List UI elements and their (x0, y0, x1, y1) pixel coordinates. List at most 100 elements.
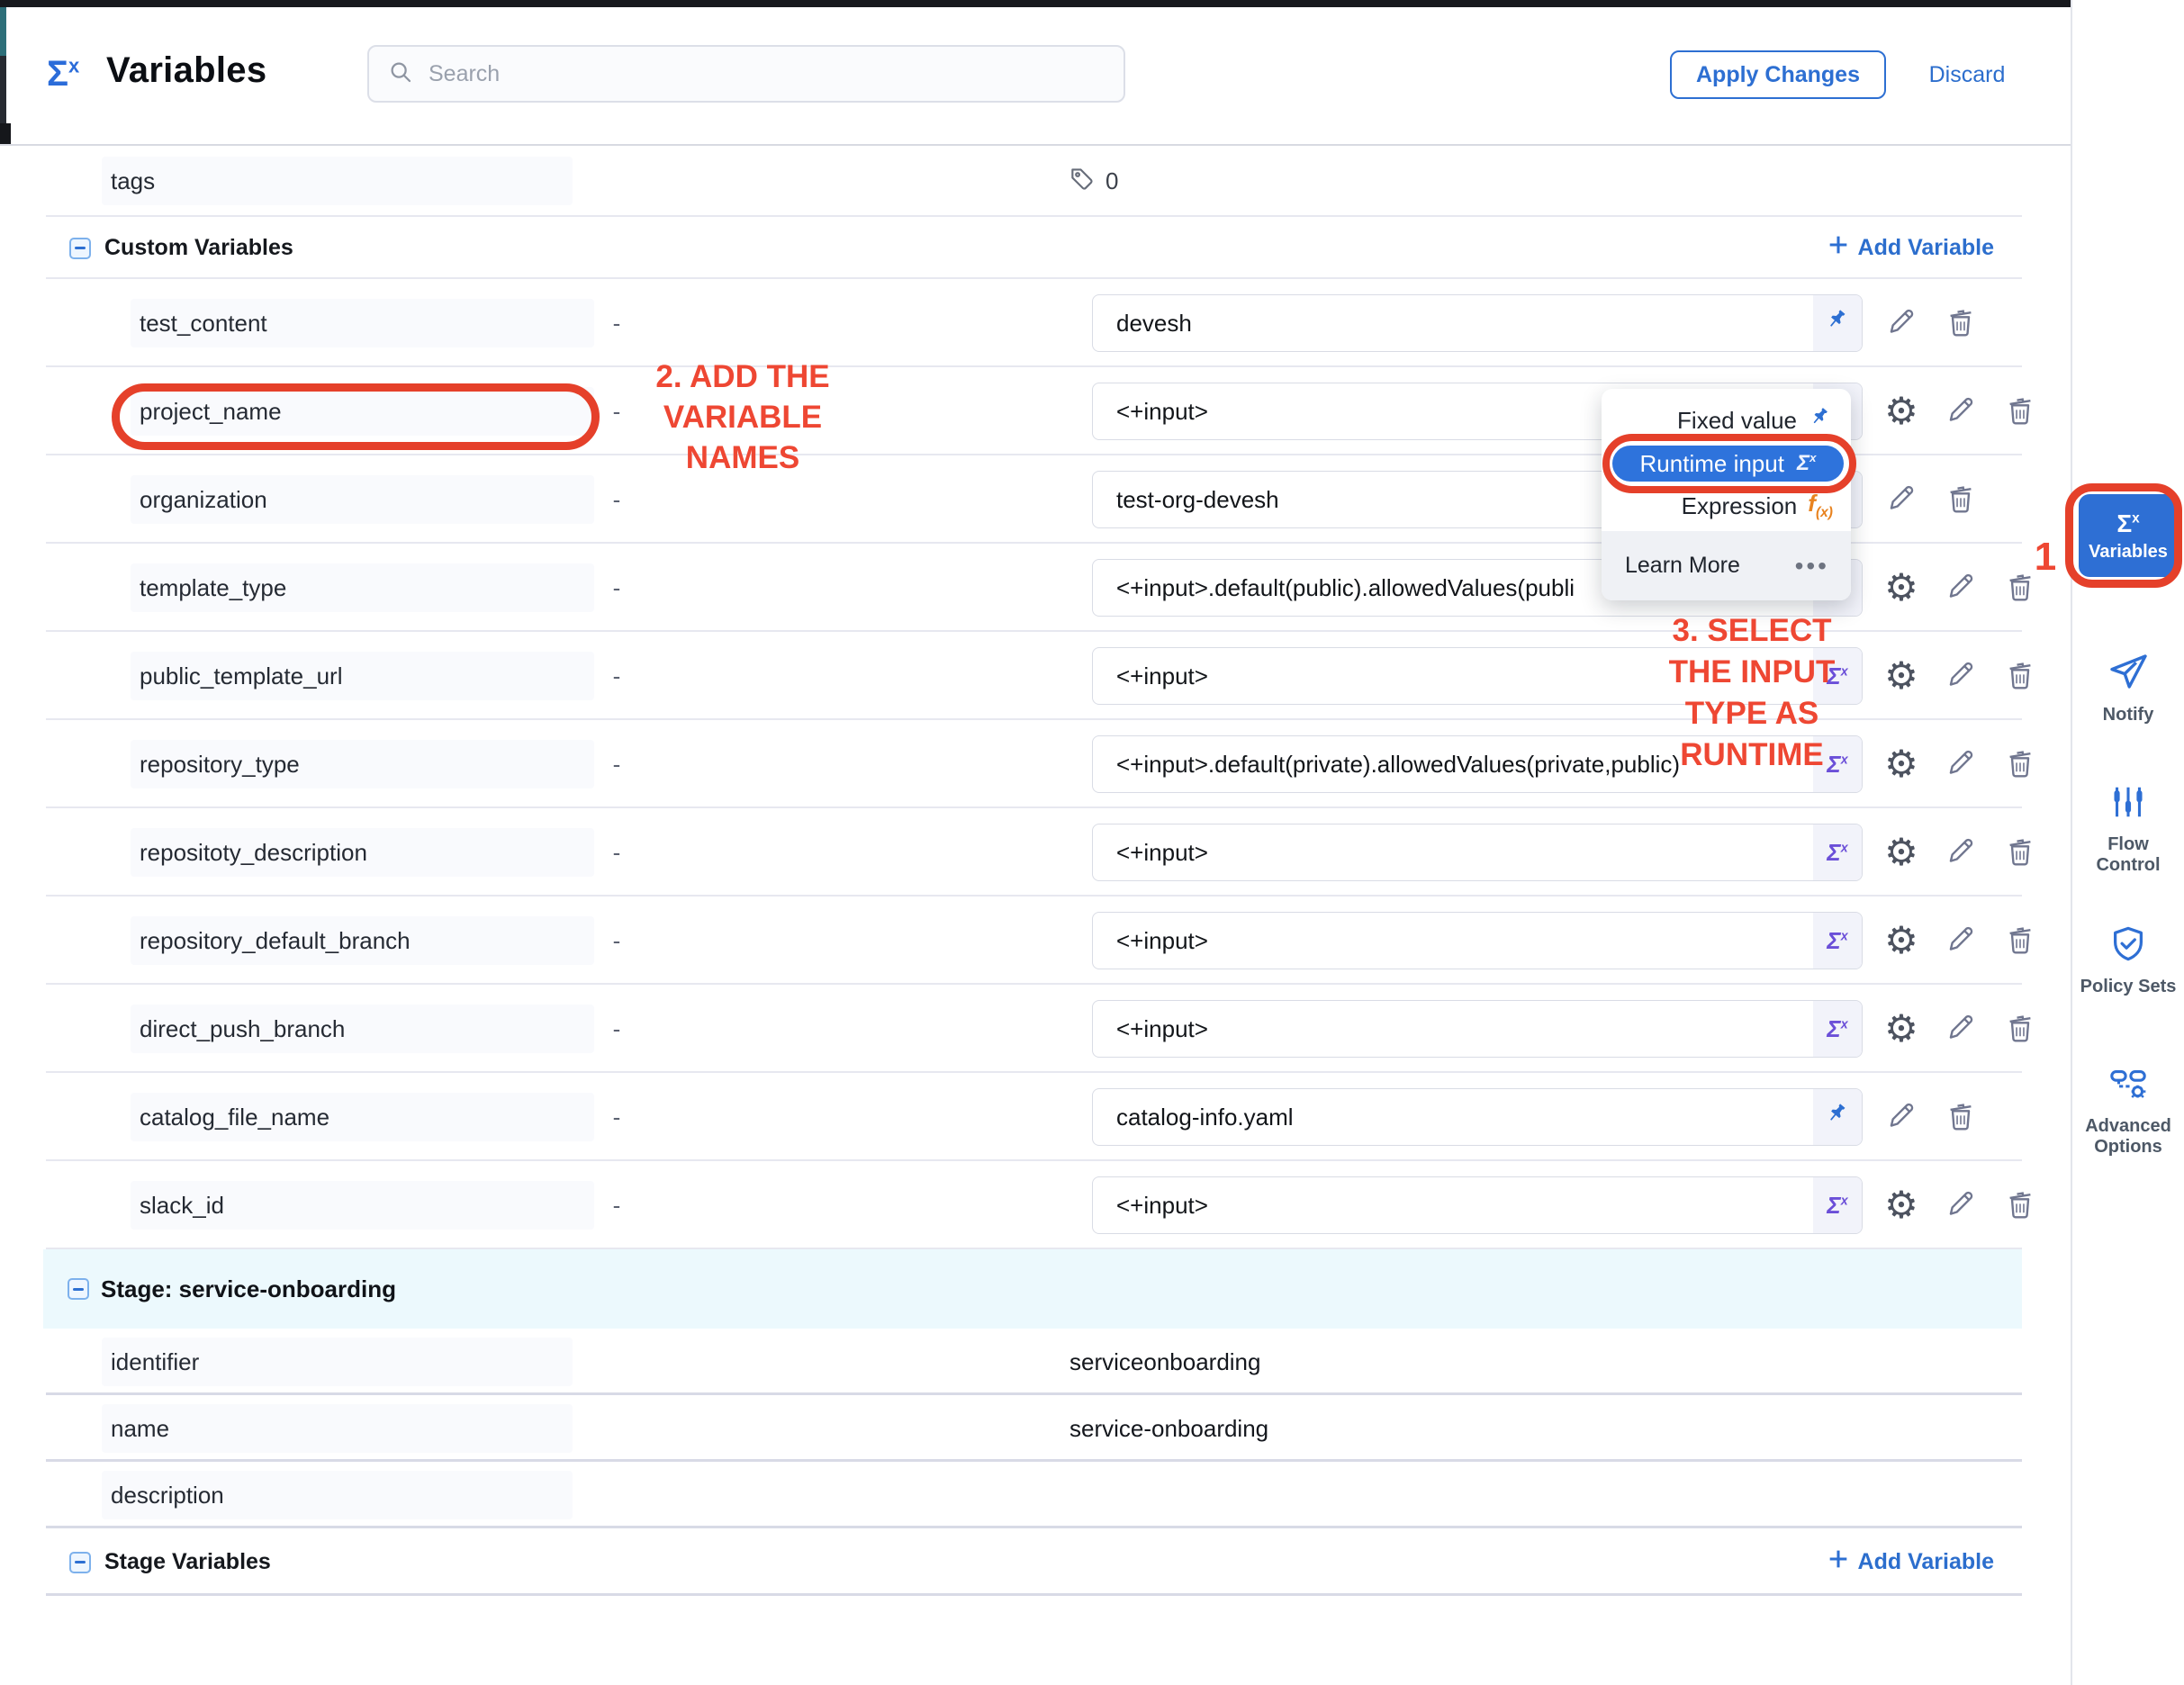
settings-button[interactable]: ⚙ (1878, 745, 1925, 783)
row-label-text: repository_type (140, 751, 300, 779)
more-options-icon[interactable]: ••• (1795, 552, 1829, 581)
trash-icon (1944, 304, 1978, 343)
edit-button[interactable] (1878, 304, 1925, 343)
apply-changes-button[interactable]: Apply Changes (1670, 50, 1886, 99)
settings-button[interactable]: ⚙ (1878, 569, 1925, 607)
delete-button[interactable] (1937, 304, 1984, 343)
row-label: slack_id (131, 1181, 594, 1230)
pin-icon-button[interactable] (1813, 1089, 1862, 1145)
sidebar-item-notify[interactable]: Notify (2072, 650, 2184, 725)
pencil-icon (1884, 481, 1918, 519)
settings-button[interactable]: ⚙ (1878, 1010, 1925, 1048)
value-input[interactable]: <+input>Σx (1092, 824, 1863, 881)
trash-icon (2003, 392, 2037, 431)
runtime-input-icon-button[interactable]: Σx (1813, 1001, 1862, 1057)
edit-button[interactable] (1937, 922, 1984, 960)
delete-button[interactable] (1937, 1098, 1984, 1137)
edit-button[interactable] (1937, 833, 1984, 872)
menu-item-expression[interactable]: Expression f(x) (1602, 486, 1851, 526)
row-label-text: public_template_url (140, 662, 342, 690)
sidebar-item-label: Notify (2074, 705, 2182, 725)
runtime-input-icon-button[interactable]: Σx (1813, 824, 1862, 880)
discard-button[interactable]: Discard (1918, 50, 2017, 99)
delete-button[interactable] (1937, 481, 1984, 519)
value-input-text: <+input> (1116, 662, 1208, 690)
delete-button[interactable] (1997, 1186, 2044, 1225)
row-actions: ⚙ (1878, 985, 2044, 1073)
settings-button[interactable]: ⚙ (1878, 833, 1925, 871)
sidebar-item-variables[interactable]: ΣxVariables (2072, 494, 2184, 577)
settings-button[interactable]: ⚙ (1878, 922, 1925, 960)
delete-button[interactable] (1997, 922, 2044, 960)
collapse-toggle[interactable] (69, 1552, 91, 1573)
delete-button[interactable] (1997, 1010, 2044, 1049)
delete-button[interactable] (1997, 657, 2044, 696)
collapse-toggle[interactable] (68, 1278, 89, 1300)
sigma-x-icon: Σx (47, 54, 79, 95)
value-input[interactable]: <+input> Σx (1092, 1000, 1863, 1058)
learn-more-link[interactable]: Learn More (1625, 553, 1740, 579)
row-value-text: serviceonboarding (1069, 1329, 1260, 1395)
row-label-text: test_content (140, 310, 267, 338)
row-label: repositoty_description (131, 828, 594, 877)
edit-button[interactable] (1937, 657, 1984, 696)
paper-plane-icon (2107, 650, 2150, 698)
value-input[interactable]: <+input>.default(private).allowedValues(… (1092, 735, 1863, 793)
runtime-input-icon-button[interactable]: Σx (1813, 648, 1862, 704)
value-input[interactable]: catalog-info.yaml (1092, 1088, 1863, 1146)
stage-header-title: Stage: service-onboarding (101, 1249, 396, 1329)
search-input[interactable] (427, 60, 1106, 88)
row-label-text: name (111, 1415, 169, 1443)
table-row: description (0, 1462, 2071, 1528)
edit-button[interactable] (1937, 569, 1984, 608)
table-row-repository_type: repository_type-<+input>.default(private… (0, 720, 2071, 808)
edit-button[interactable] (1937, 745, 1984, 784)
value-input-text: <+input> (1116, 1015, 1208, 1043)
add-variable-button[interactable]: Add Variable (1826, 217, 1994, 279)
search-box[interactable] (367, 45, 1125, 103)
settings-button[interactable]: ⚙ (1878, 657, 1925, 695)
row-label: name (102, 1404, 573, 1453)
row-description-placeholder: - (603, 1073, 630, 1161)
value-input[interactable]: <+input>Σx (1092, 912, 1863, 969)
edit-button[interactable] (1937, 1186, 1984, 1225)
row-value-text: service-onboarding (1069, 1395, 1268, 1462)
sidebar-item-policy-sets[interactable]: Policy Sets (2072, 924, 2184, 997)
sidebar-item-flow-control[interactable]: Flow Control (2072, 781, 2184, 876)
edit-button[interactable] (1937, 1010, 1984, 1049)
runtime-input-icon-button[interactable]: Σx (1813, 736, 1862, 792)
pencil-icon (1884, 1098, 1918, 1137)
menu-item-fixed-value[interactable]: Fixed value (1602, 401, 1851, 440)
delete-button[interactable] (1997, 569, 2044, 608)
row-label: tags (102, 157, 573, 205)
delete-button[interactable] (1997, 392, 2044, 431)
value-input[interactable]: devesh (1092, 294, 1863, 352)
row-label: test_content (131, 299, 594, 347)
tag-icon (1068, 164, 1097, 199)
runtime-input-icon-button[interactable]: Σx (1813, 913, 1862, 969)
sigma-x-icon: Σx (1827, 1192, 1847, 1220)
sidebar-item-advanced-options[interactable]: Advanced Options (2072, 1063, 2184, 1158)
edit-button[interactable] (1937, 392, 1984, 431)
runtime-input-icon-button[interactable]: Σx (1813, 1177, 1862, 1233)
menu-item-label: Expression (1682, 492, 1798, 520)
delete-button[interactable] (1997, 833, 2044, 872)
edit-button[interactable] (1878, 1098, 1925, 1137)
row-actions: ⚙ (1878, 720, 2044, 808)
value-input[interactable]: <+input> Σx (1092, 647, 1863, 705)
menu-item-runtime-input[interactable]: Runtime input Σx (1612, 446, 1844, 482)
row-label-text: identifier (111, 1348, 199, 1376)
pin-icon-button[interactable] (1813, 295, 1862, 351)
pin-icon (1808, 405, 1833, 437)
settings-button[interactable]: ⚙ (1878, 1186, 1925, 1224)
delete-button[interactable] (1997, 745, 2044, 784)
add-variable-button[interactable]: Add Variable (1826, 1528, 1994, 1596)
plus-icon (1826, 232, 1851, 264)
sidebar-item-label: Advanced Options (2074, 1116, 2182, 1158)
row-actions: ⚙ (1878, 1161, 2044, 1249)
pencil-icon (1944, 569, 1978, 608)
value-input[interactable]: <+input>Σx (1092, 1176, 1863, 1234)
collapse-toggle[interactable] (69, 238, 91, 259)
settings-button[interactable]: ⚙ (1878, 392, 1925, 430)
edit-button[interactable] (1878, 481, 1925, 519)
